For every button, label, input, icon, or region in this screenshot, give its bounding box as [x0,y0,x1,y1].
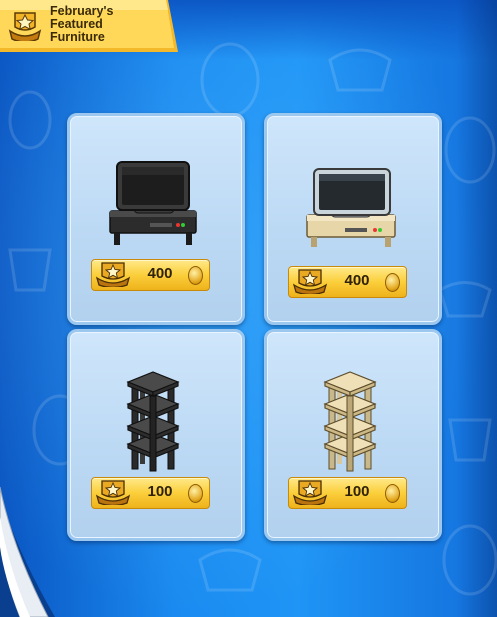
member-star-badge-icon [292,480,328,505]
black-shelf-image [126,371,180,472]
beige-shelf-image [323,371,377,472]
member-star-badge-icon [95,262,131,287]
price-value: 100 [147,483,173,500]
price-tag[interactable]: 400 [288,266,407,298]
item-card-beige-tv[interactable]: 400 [264,113,442,325]
member-star-badge-icon [292,269,328,294]
banner-title: February's Featured Furniture [50,5,170,44]
banner-title-line-3: Furniture [50,30,105,44]
member-star-badge-icon [95,480,131,505]
catalog-page: February's Featured Furniture 400 400 10… [0,0,497,617]
price-value: 400 [344,272,370,289]
price-value: 100 [344,483,370,500]
coin-icon [188,484,203,503]
page-curl[interactable] [0,477,60,617]
item-card-black-tv[interactable]: 400 [67,113,245,325]
membership-badge-icon [8,12,42,41]
black-tv-image [109,161,197,245]
item-card-beige-shelf[interactable]: 100 [264,329,442,541]
price-tag[interactable]: 400 [91,259,210,291]
price-tag[interactable]: 100 [91,477,210,509]
coin-icon [188,266,203,285]
item-card-black-shelf[interactable]: 100 [67,329,245,541]
price-value: 400 [147,265,173,282]
beige-tv-image [306,168,396,247]
coin-icon [385,484,400,503]
price-tag[interactable]: 100 [288,477,407,509]
coin-icon [385,273,400,292]
